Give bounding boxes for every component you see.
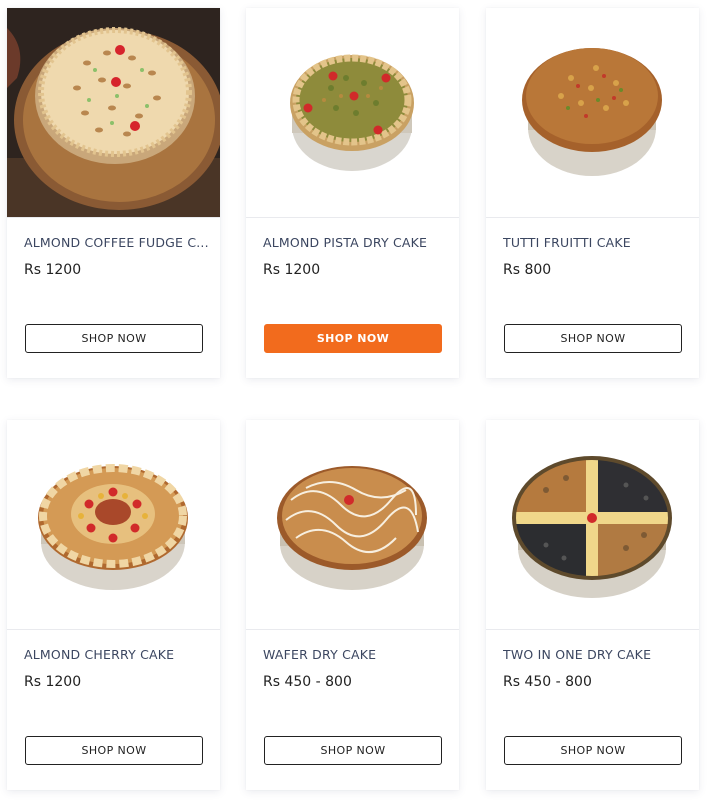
- product-image[interactable]: [7, 420, 220, 630]
- shop-now-button[interactable]: SHOP NOW: [264, 324, 442, 353]
- product-price: Rs 1200: [24, 262, 82, 278]
- product-title[interactable]: WAFER DRY CAKE: [263, 647, 449, 662]
- product-title[interactable]: ALMOND CHERRY CAKE: [24, 647, 210, 662]
- tutti-fruitti-cake-image: [522, 47, 662, 176]
- product-card[interactable]: ALMOND PISTA DRY CAKE Rs 1200 SHOP NOW: [246, 8, 459, 378]
- product-image[interactable]: [7, 8, 220, 218]
- product-title[interactable]: ALMOND PISTA DRY CAKE: [263, 235, 449, 250]
- product-image[interactable]: [246, 420, 459, 630]
- product-card[interactable]: ALMOND COFFEE FUDGE C... Rs 1200 SHOP NO…: [7, 8, 220, 378]
- product-image[interactable]: [486, 8, 699, 218]
- product-price: Rs 450 - 800: [263, 674, 352, 690]
- product-title[interactable]: TUTTI FRUITTI CAKE: [503, 235, 689, 250]
- product-price: Rs 450 - 800: [503, 674, 592, 690]
- product-price: Rs 800: [503, 262, 552, 278]
- product-card[interactable]: ALMOND CHERRY CAKE Rs 1200 SHOP NOW: [7, 420, 220, 790]
- shop-now-button[interactable]: SHOP NOW: [504, 736, 682, 765]
- product-price: Rs 1200: [263, 262, 321, 278]
- almond-cherry-cake-image: [38, 463, 188, 590]
- product-card[interactable]: WAFER DRY CAKE Rs 450 - 800 SHOP NOW: [246, 420, 459, 790]
- shop-now-button[interactable]: SHOP NOW: [25, 324, 203, 353]
- almond-coffee-fudge-cake-image: [7, 8, 220, 217]
- shop-now-button[interactable]: SHOP NOW: [264, 736, 442, 765]
- two-in-one-dry-cake-image: [512, 455, 672, 598]
- shop-now-button[interactable]: SHOP NOW: [504, 324, 682, 353]
- product-card[interactable]: TUTTI FRUITTI CAKE Rs 800 SHOP NOW: [486, 8, 699, 378]
- product-grid: ALMOND COFFEE FUDGE C... Rs 1200 SHOP NO…: [0, 0, 708, 800]
- product-price: Rs 1200: [24, 674, 82, 690]
- wafer-dry-cake-image: [277, 465, 427, 590]
- shop-now-button[interactable]: SHOP NOW: [25, 736, 203, 765]
- product-card[interactable]: TWO IN ONE DRY CAKE Rs 450 - 800 SHOP NO…: [486, 420, 699, 790]
- product-image[interactable]: [486, 420, 699, 630]
- product-image[interactable]: [246, 8, 459, 218]
- product-title[interactable]: TWO IN ONE DRY CAKE: [503, 647, 689, 662]
- almond-pista-dry-cake-image: [290, 54, 414, 171]
- product-title[interactable]: ALMOND COFFEE FUDGE C...: [24, 235, 210, 250]
